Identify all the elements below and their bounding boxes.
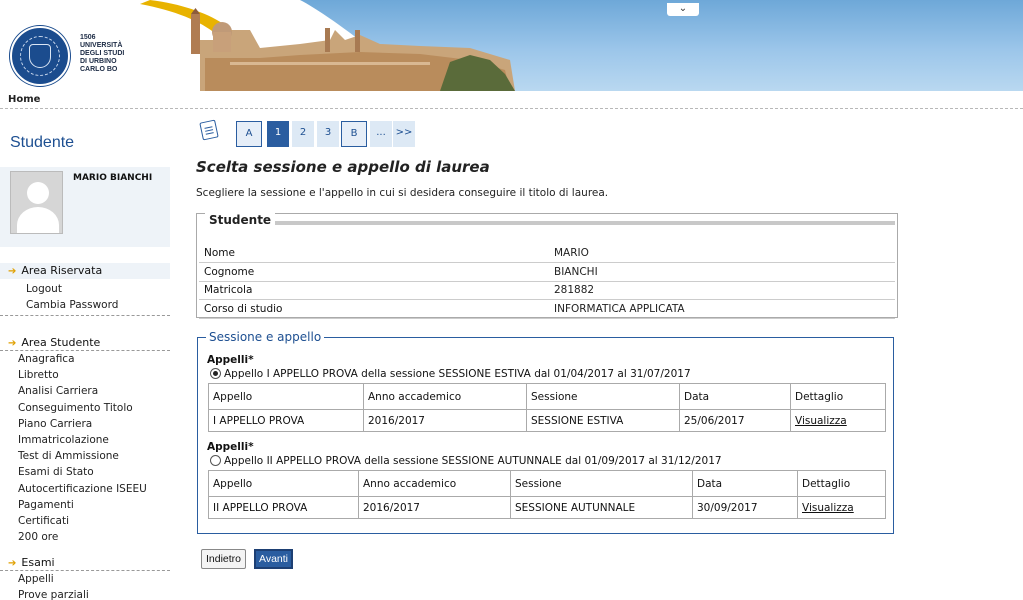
session-fieldset: Sessione e appello Appelli* Appello I AP…: [197, 330, 894, 534]
step-b[interactable]: B: [341, 121, 367, 147]
arrow-right-icon: ➔: [8, 266, 17, 277]
student-table: Nome MARIO Cognome BIANCHI Matricola 281882…: [199, 244, 895, 319]
sidebar-item-appelli[interactable]: Appelli: [0, 571, 170, 587]
visualizza-link-2[interactable]: Visualizza: [802, 502, 854, 514]
appello-radio-1[interactable]: [210, 368, 221, 379]
appello-radio-row-1[interactable]: Appello I APPELLO PROVA della sessione S…: [210, 368, 691, 380]
sidebar-item-piano-carriera[interactable]: Piano Carriera: [0, 416, 170, 432]
step-next[interactable]: >>: [393, 121, 415, 147]
appello-table-2: Appello Anno accademico Sessione Data De…: [208, 470, 886, 519]
sidebar-item-prove-parziali[interactable]: Prove parziali: [0, 587, 170, 600]
appelli-label-2: Appelli*: [207, 441, 254, 453]
visualizza-link-1[interactable]: Visualizza: [795, 415, 847, 427]
step-a[interactable]: A: [236, 121, 262, 147]
page-description: Scegliere la sessione e l'appello in cui…: [196, 187, 609, 199]
sidebar-item-area-riservata[interactable]: ➔ Area Riservata: [0, 263, 170, 279]
sidebar-item-conseguimento-titolo[interactable]: Conseguimento Titolo: [0, 400, 170, 416]
appello-table-1: Appello Anno accademico Sessione Data De…: [208, 383, 886, 432]
sidebar-item-libretto[interactable]: Libretto: [0, 367, 170, 383]
page-title: Scelta sessione e appello di laurea: [196, 158, 490, 176]
sidebar-item-cambia-password[interactable]: Cambia Password: [0, 297, 170, 313]
student-fieldset: Studente Nome MARIO Cognome BIANCHI Matric…: [196, 213, 898, 319]
area-studente-section: ➔ Area Studente Anagrafica Libretto Anali…: [0, 335, 170, 545]
fieldset-bar: [269, 221, 895, 225]
avatar: [10, 171, 63, 234]
sidebar-item-esami[interactable]: ➔ Esami: [0, 555, 170, 571]
header-toggle-button[interactable]: ⌄: [667, 3, 699, 16]
step-1[interactable]: 1: [267, 121, 289, 147]
profile-box: MARIO BIANCHI: [0, 167, 170, 247]
sidebar-item-autocertificazione[interactable]: Autocertificazione ISEEU: [0, 481, 170, 497]
profile-name: MARIO BIANCHI: [73, 173, 153, 183]
header-banner-image: [0, 0, 515, 91]
table-row: Corso di studio INFORMATICA APPLICATA: [199, 299, 895, 319]
sidebar-item-200-ore[interactable]: 200 ore: [0, 529, 170, 545]
sidebar-item-certificati[interactable]: Certificati: [0, 513, 170, 529]
table-row: I APPELLO PROVA 2016/2017 SESSIONE ESTIV…: [208, 409, 886, 432]
breadcrumb: Home: [0, 91, 1023, 109]
sidebar-item-area-studente[interactable]: ➔ Area Studente: [0, 335, 170, 351]
appelli-label-1: Appelli*: [207, 354, 254, 366]
step-2[interactable]: 2: [292, 121, 314, 147]
step-more[interactable]: ...: [370, 121, 392, 147]
next-button[interactable]: Avanti: [254, 549, 293, 569]
table-row: Matricola 281882: [199, 281, 895, 300]
breadcrumb-home-link[interactable]: Home: [8, 94, 40, 105]
university-logo[interactable]: [10, 26, 70, 86]
chevron-down-icon: ⌄: [678, 3, 688, 14]
arrow-right-icon: ➔: [8, 338, 17, 349]
step-3[interactable]: 3: [317, 121, 339, 147]
sidebar-item-esami-di-stato[interactable]: Esami di Stato: [0, 464, 170, 480]
main-content: A 1 2 3 B ... >> Scelta sessione e appel…: [196, 110, 916, 600]
sidebar-item-immatricolazione[interactable]: Immatricolazione: [0, 432, 170, 448]
arrow-right-icon: ➔: [8, 558, 17, 569]
university-name: 1506 UNIVERSITÀ DEGLI STUDI DI URBINO CA…: [80, 34, 125, 73]
table-row: Nome MARIO: [199, 244, 895, 263]
area-riservata-section: ➔ Area Riservata Logout Cambia Password: [0, 263, 170, 317]
clipboard-icon: [199, 119, 219, 141]
sidebar-item-anagrafica[interactable]: Anagrafica: [0, 351, 170, 367]
table-row: Cognome BIANCHI: [199, 262, 895, 282]
sidebar-item-logout[interactable]: Logout: [0, 281, 170, 297]
sidebar-item-analisi-carriera[interactable]: Analisi Carriera: [0, 383, 170, 399]
table-header-row: Appello Anno accademico Sessione Data De…: [208, 470, 886, 497]
back-button[interactable]: Indietro: [201, 549, 247, 569]
appello-radio-row-2[interactable]: Appello II APPELLO PROVA della sessione …: [210, 455, 722, 467]
session-legend: Sessione e appello: [206, 330, 325, 344]
sidebar-item-test-ammissione[interactable]: Test di Ammissione: [0, 448, 170, 464]
divider: [0, 315, 170, 317]
esami-section: ➔ Esami Appelli Prove parziali: [0, 555, 170, 600]
site-header: 1506 UNIVERSITÀ DEGLI STUDI DI URBINO CA…: [0, 0, 1023, 91]
sidebar-item-pagamenti[interactable]: Pagamenti: [0, 497, 170, 513]
sidebar: Studente MARIO BIANCHI ➔ Area Riservata L…: [0, 110, 172, 600]
student-legend: Studente: [205, 213, 276, 227]
sidebar-title: Studente: [10, 134, 75, 151]
appello-radio-2[interactable]: [210, 455, 221, 466]
table-header-row: Appello Anno accademico Sessione Data De…: [208, 383, 886, 410]
table-row: II APPELLO PROVA 2016/2017 SESSIONE AUTU…: [208, 496, 886, 519]
